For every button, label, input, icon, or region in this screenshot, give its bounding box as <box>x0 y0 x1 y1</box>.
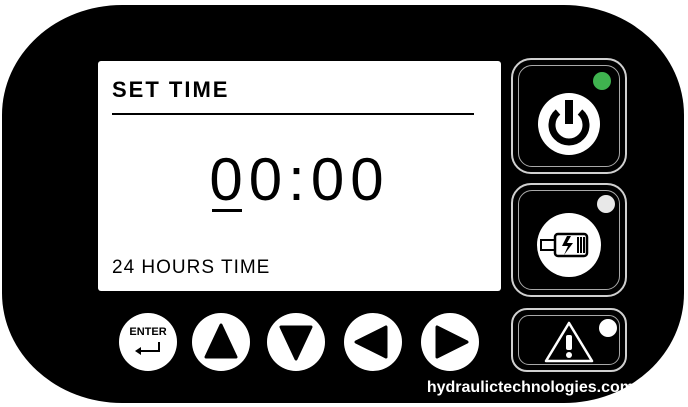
power-button[interactable] <box>511 58 627 174</box>
power-led <box>593 72 611 90</box>
warning-icon <box>544 321 594 363</box>
alarm-button[interactable] <box>511 308 627 372</box>
right-button[interactable] <box>421 313 479 371</box>
output-button[interactable] <box>511 183 627 297</box>
left-button[interactable] <box>344 313 402 371</box>
down-button[interactable] <box>267 313 325 371</box>
screen-title: SET TIME <box>112 77 230 102</box>
edit-cursor <box>212 209 242 212</box>
power-icon <box>538 93 600 155</box>
up-button[interactable] <box>192 313 250 371</box>
clock-value: 00:00 <box>209 146 390 213</box>
enter-label: ENTER <box>129 326 167 338</box>
alarm-led <box>599 319 617 337</box>
lcd-display: SET TIME 00:00 24 HOURS TIME <box>98 61 501 291</box>
screen-divider <box>112 113 474 115</box>
control-panel: SET TIME 00:00 24 HOURS TIME ENTER hydra… <box>2 5 684 403</box>
enter-button[interactable]: ENTER <box>119 313 177 371</box>
enter-icon <box>135 342 160 355</box>
pump-output-icon <box>537 213 601 277</box>
time-mode-label: 24 HOURS TIME <box>112 257 271 278</box>
down-arrow-icon <box>279 325 313 361</box>
up-arrow-icon <box>204 323 238 359</box>
brand-url: hydraulictechnologies.com <box>426 379 634 396</box>
left-arrow-icon <box>354 325 388 359</box>
right-arrow-icon <box>435 325 469 359</box>
